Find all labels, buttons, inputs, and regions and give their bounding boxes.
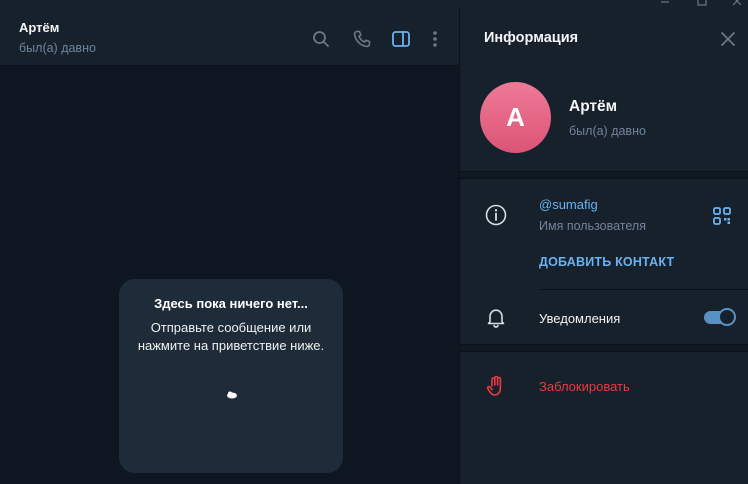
empty-chat-line-1: Отправьте сообщение или bbox=[150, 320, 312, 335]
empty-chat-line-2: нажмите на приветствие ниже. bbox=[137, 338, 325, 353]
empty-chat-text: Отправьте сообщение или нажмите на приве… bbox=[119, 319, 343, 355]
message-area: Здесь пока ничего нет... Отправьте сообщ… bbox=[0, 66, 459, 484]
chat-title[interactable]: Артём bbox=[19, 20, 59, 35]
avatar[interactable]: А bbox=[480, 82, 551, 153]
username-link[interactable]: @sumafig bbox=[539, 197, 598, 212]
bell-icon bbox=[484, 306, 508, 330]
sidebar-toggle-icon[interactable] bbox=[390, 28, 412, 50]
empty-chat-title: Здесь пока ничего нет... bbox=[154, 296, 308, 311]
profile-name: Артём bbox=[569, 98, 618, 115]
chat-area: Артём был(а) давно Здесь пока ничего нет… bbox=[0, 0, 459, 484]
notifications-label: Уведомления bbox=[539, 311, 621, 326]
block-hand-icon bbox=[484, 374, 508, 398]
empty-chat-card: Здесь пока ничего нет... Отправьте сообщ… bbox=[119, 279, 343, 473]
info-icon bbox=[484, 203, 508, 227]
section-separator bbox=[460, 344, 748, 352]
add-contact-button[interactable]: ДОБАВИТЬ КОНТАКТ bbox=[539, 255, 674, 269]
window-close-icon[interactable] bbox=[732, 0, 742, 6]
search-icon[interactable] bbox=[310, 28, 332, 50]
toggle-knob bbox=[718, 308, 736, 326]
phone-icon[interactable] bbox=[351, 28, 373, 50]
block-user-button[interactable]: Заблокировать bbox=[539, 379, 630, 394]
window-titlebar bbox=[0, 0, 748, 8]
chat-status: был(а) давно bbox=[19, 41, 96, 55]
username-caption: Имя пользователя bbox=[539, 219, 646, 233]
close-icon[interactable] bbox=[718, 29, 738, 49]
chat-header: Артём был(а) давно bbox=[0, 8, 459, 66]
more-icon[interactable] bbox=[424, 28, 446, 50]
info-panel-title: Информация bbox=[484, 30, 579, 46]
maximize-icon[interactable] bbox=[697, 0, 707, 6]
info-panel: Информация А Артём был(а) давно @sumafig… bbox=[460, 0, 748, 484]
notifications-toggle[interactable] bbox=[704, 308, 736, 326]
qr-code-icon[interactable] bbox=[712, 206, 732, 226]
greeting-sticker[interactable] bbox=[226, 386, 238, 399]
section-separator bbox=[460, 171, 748, 179]
row-divider bbox=[539, 289, 748, 290]
minimize-icon[interactable] bbox=[660, 0, 670, 6]
profile-status: был(а) давно bbox=[569, 124, 646, 138]
